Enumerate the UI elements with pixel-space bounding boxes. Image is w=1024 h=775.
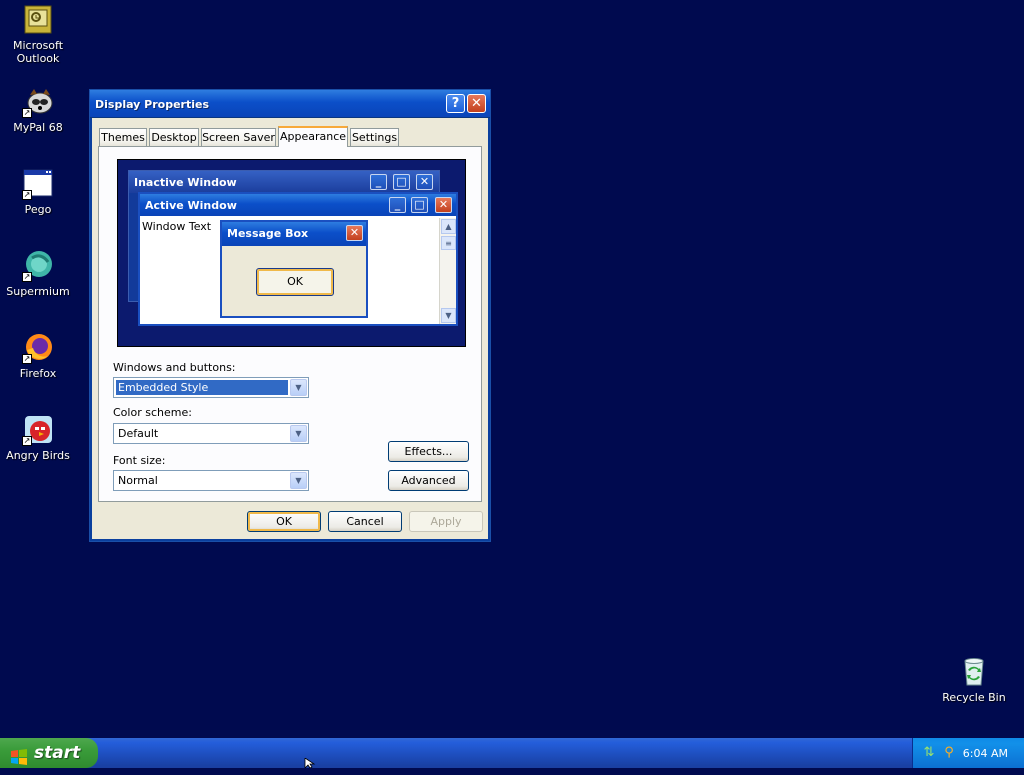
desktop-icon-label: MyPal 68: [13, 121, 63, 134]
color-scheme-label: Color scheme:: [113, 406, 192, 419]
maximize-icon: □: [411, 197, 428, 213]
chevron-down-icon[interactable]: ▼: [290, 379, 307, 396]
shortcut-arrow-icon: ↗: [22, 436, 32, 446]
preview-message-title: Message Box: [227, 227, 309, 240]
search-icon[interactable]: ⚲: [941, 745, 957, 761]
network-icon[interactable]: ⇅: [921, 745, 937, 761]
scroll-up-icon: ▲: [441, 219, 456, 234]
desktop-icon-label: Recycle Bin: [942, 691, 1006, 704]
dialog-titlebar[interactable]: Display Properties ? ✕: [90, 90, 490, 118]
desktop-icon-firefox[interactable]: ↗ Firefox: [0, 332, 76, 380]
appearance-panel: Inactive Window _ □ ✕ Active Window _ □ …: [98, 146, 482, 502]
shortcut-arrow-icon: ↗: [22, 354, 32, 364]
effects-button[interactable]: Effects...: [388, 441, 469, 462]
shortcut-arrow-icon: ↗: [22, 108, 32, 118]
start-button[interactable]: start: [0, 738, 98, 768]
shortcut-arrow-icon: ↗: [22, 272, 32, 282]
dialog-title: Display Properties: [95, 98, 210, 111]
taskbar: start ⇅ ⚲ 6:04 AM: [0, 738, 1024, 768]
windows-buttons-value: Embedded Style: [116, 380, 288, 395]
preview-inactive-title: Inactive Window: [134, 176, 237, 189]
desktop-icon-supermium[interactable]: ↗ Supermium: [0, 250, 76, 298]
font-size-value: Normal: [118, 474, 158, 487]
desktop-icon-label: Microsoft Outlook: [12, 39, 64, 65]
preview-ok-button: OK: [256, 268, 334, 296]
mypal-icon: ↗: [22, 86, 54, 118]
help-button[interactable]: ?: [446, 94, 465, 113]
cancel-button[interactable]: Cancel: [328, 511, 402, 532]
clock[interactable]: 6:04 AM: [963, 747, 1008, 760]
close-icon: ✕: [416, 174, 433, 190]
mouse-cursor-icon: [304, 757, 316, 769]
apply-button[interactable]: Apply: [409, 511, 483, 532]
chevron-down-icon[interactable]: ▼: [290, 425, 307, 442]
desktop-icon-mypal[interactable]: ↗ MyPal 68: [0, 86, 76, 134]
scroll-down-icon: ▼: [441, 308, 456, 323]
windows-buttons-select[interactable]: Embedded Style ▼: [113, 377, 309, 398]
shortcut-arrow-icon: ↗: [22, 190, 32, 200]
system-tray: ⇅ ⚲ 6:04 AM: [912, 738, 1024, 768]
recycle-bin-icon: [958, 656, 990, 688]
desktop-icon-label: Firefox: [19, 367, 57, 380]
chevron-down-icon[interactable]: ▼: [290, 472, 307, 489]
color-scheme-value: Default: [118, 427, 159, 440]
desktop: { "desktop_icons": [ {"label": "Microsof…: [0, 0, 1024, 769]
font-size-label: Font size:: [113, 454, 166, 467]
pego-icon: ↗: [22, 168, 54, 200]
desktop-icon-label: Angry Birds: [6, 449, 70, 462]
minimize-icon: _: [389, 197, 406, 213]
windows-buttons-label: Windows and buttons:: [113, 361, 236, 374]
windows-logo-icon: [10, 745, 28, 765]
color-scheme-select[interactable]: Default ▼: [113, 423, 309, 444]
supermium-icon: ↗: [22, 250, 54, 282]
tab-themes[interactable]: Themes: [99, 128, 147, 147]
close-icon: ✕: [346, 225, 363, 241]
close-button[interactable]: ✕: [467, 94, 486, 113]
display-properties-dialog: Display Properties ? ✕ Themes Desktop Sc…: [89, 89, 491, 542]
appearance-preview: Inactive Window _ □ ✕ Active Window _ □ …: [117, 159, 466, 347]
close-icon: ✕: [435, 197, 452, 213]
font-size-select[interactable]: Normal ▼: [113, 470, 309, 491]
maximize-icon: □: [393, 174, 410, 190]
desktop-icon-outlook[interactable]: Microsoft Outlook: [0, 4, 76, 65]
advanced-button[interactable]: Advanced: [388, 470, 469, 491]
desktop-icon-recycle-bin[interactable]: Recycle Bin: [936, 656, 1012, 704]
desktop-icon-pego[interactable]: ↗ Pego: [0, 168, 76, 216]
minimize-icon: _: [370, 174, 387, 190]
preview-active-title: Active Window: [145, 199, 237, 212]
preview-message-box: Message Box ✕ OK: [220, 220, 368, 318]
tab-appearance[interactable]: Appearance: [278, 126, 348, 147]
preview-active-window: Active Window _ □ ✕ Window Text ▲ ≡ ▼ Me…: [138, 192, 458, 326]
angry-birds-icon: ↗: [22, 414, 54, 446]
outlook-icon: [22, 4, 54, 36]
start-label: start: [34, 743, 81, 763]
tab-desktop[interactable]: Desktop: [149, 128, 199, 147]
preview-scrollbar: ▲ ≡ ▼: [439, 218, 456, 324]
scroll-thumb: ≡: [441, 236, 456, 250]
tab-settings[interactable]: Settings: [350, 128, 399, 147]
ok-button[interactable]: OK: [247, 511, 321, 532]
desktop-icon-label: Pego: [24, 203, 52, 216]
tab-screen-saver[interactable]: Screen Saver: [201, 128, 276, 147]
desktop-icon-label: Supermium: [6, 285, 70, 298]
desktop-icon-angry-birds[interactable]: ↗ Angry Birds: [0, 414, 76, 462]
firefox-icon: ↗: [22, 332, 54, 364]
